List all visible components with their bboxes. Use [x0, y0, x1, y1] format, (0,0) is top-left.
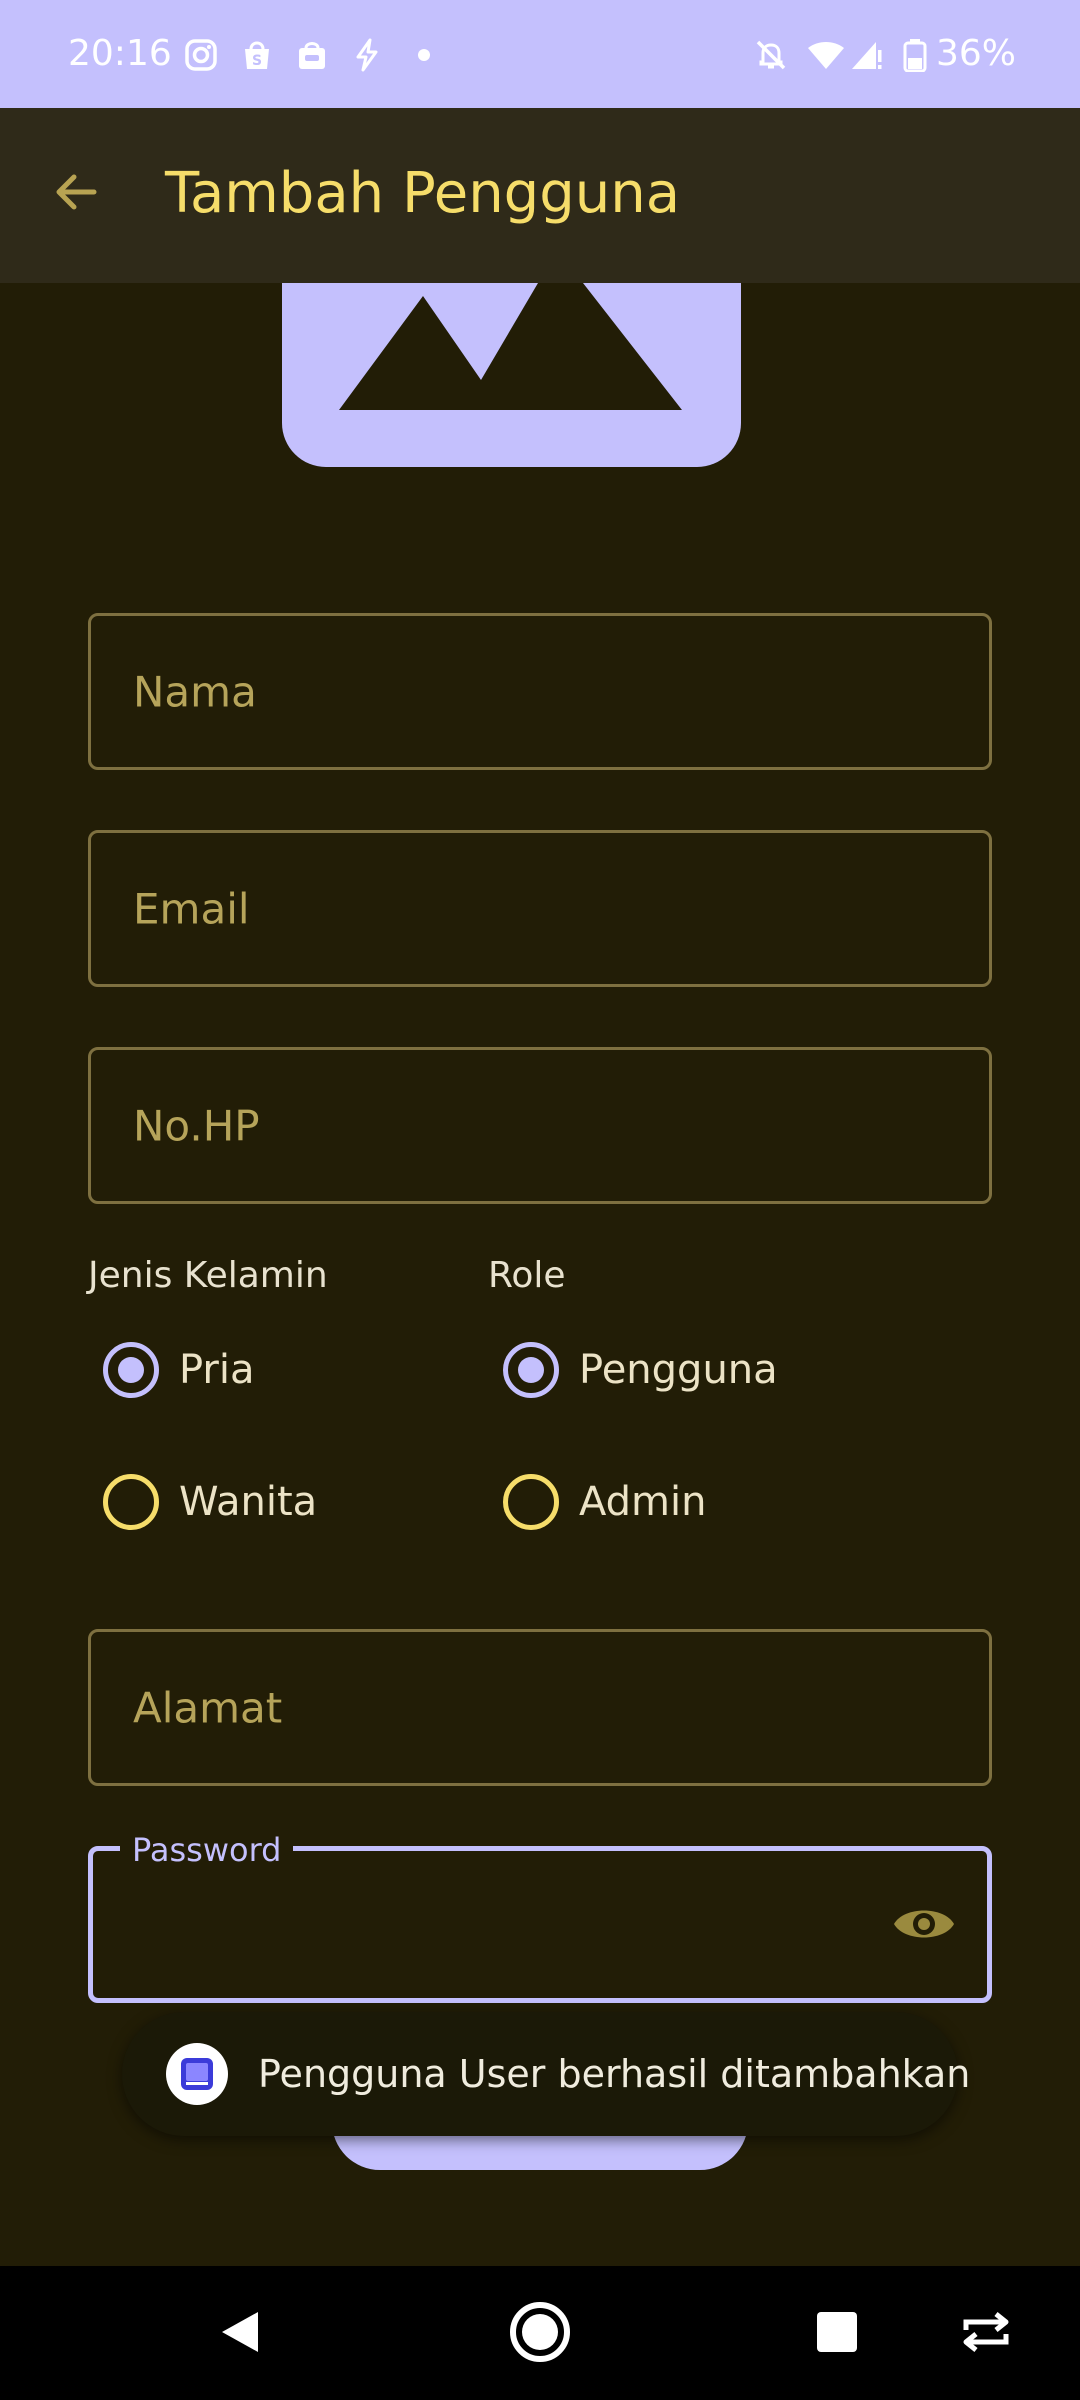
- back-triangle-icon: [218, 2308, 262, 2360]
- shop-bag-icon: [295, 38, 329, 72]
- wifi-icon: 4: [806, 38, 846, 73]
- role-option-label: Admin: [579, 1479, 707, 1525]
- radio-checked-icon: [103, 1342, 159, 1398]
- role-radio-admin[interactable]: Admin: [503, 1462, 706, 1542]
- radio-unchecked-icon: [503, 1474, 559, 1530]
- email-field[interactable]: Email: [88, 830, 992, 987]
- navigation-bar: [0, 2266, 1080, 2400]
- image-placeholder-icon: [339, 283, 682, 410]
- bolt-icon: [350, 38, 384, 72]
- radio-unchecked-icon: [103, 1474, 159, 1530]
- dot-icon: [410, 38, 444, 72]
- app-bar: Tambah Pengguna: [0, 108, 1080, 283]
- gender-radio-wanita[interactable]: Wanita: [103, 1462, 317, 1542]
- back-button[interactable]: [40, 158, 112, 230]
- page-title: Tambah Pengguna: [165, 161, 681, 226]
- shopee-icon: S: [240, 38, 274, 72]
- rotate-icon: [960, 2312, 1012, 2356]
- status-time: 20:16: [68, 33, 172, 74]
- nama-placeholder: Nama: [133, 667, 257, 716]
- alamat-placeholder: Alamat: [133, 1683, 283, 1732]
- arrow-back-icon: [50, 166, 102, 222]
- nav-rotate-button[interactable]: [946, 2294, 1026, 2374]
- gender-label: Jenis Kelamin: [88, 1255, 328, 1296]
- svg-text:S: S: [252, 53, 262, 69]
- nama-field[interactable]: Nama: [88, 613, 992, 770]
- nav-home-button[interactable]: [500, 2294, 580, 2374]
- toast-message: Pengguna User berhasil ditambahkan: [258, 2052, 971, 2096]
- role-option-label: Pengguna: [579, 1347, 778, 1393]
- phone-placeholder: No.HP: [133, 1101, 260, 1150]
- svg-text:4: 4: [834, 60, 841, 72]
- instagram-icon: [184, 38, 218, 72]
- recents-square-icon: [815, 2310, 859, 2358]
- email-placeholder: Email: [133, 884, 250, 933]
- gender-option-label: Pria: [179, 1347, 255, 1393]
- home-circle-icon: [508, 2300, 572, 2368]
- nav-back-button[interactable]: [200, 2294, 280, 2374]
- profile-image-picker[interactable]: [282, 283, 741, 467]
- radio-checked-icon: [503, 1342, 559, 1398]
- toast: Pengguna User berhasil ditambahkan: [122, 2012, 970, 2136]
- alamat-field[interactable]: Alamat: [88, 1629, 992, 1786]
- bell-off-icon: [754, 38, 788, 72]
- battery-icon: [902, 38, 928, 73]
- password-label: Password: [120, 1830, 294, 1870]
- signal-icon: [850, 38, 884, 72]
- phone-field[interactable]: No.HP: [88, 1047, 992, 1204]
- gender-option-label: Wanita: [179, 1479, 318, 1525]
- eye-icon: [892, 1902, 956, 1950]
- role-radio-pengguna[interactable]: Pengguna: [503, 1330, 778, 1410]
- password-visibility-toggle[interactable]: [884, 1886, 964, 1966]
- gender-radio-pria[interactable]: Pria: [103, 1330, 255, 1410]
- battery-percent: 36%: [936, 33, 1017, 74]
- role-label: Role: [488, 1255, 566, 1296]
- app-icon: [166, 2043, 228, 2105]
- status-bar: 20:16 S 4 36%: [0, 0, 1080, 108]
- nav-recents-button[interactable]: [797, 2294, 877, 2374]
